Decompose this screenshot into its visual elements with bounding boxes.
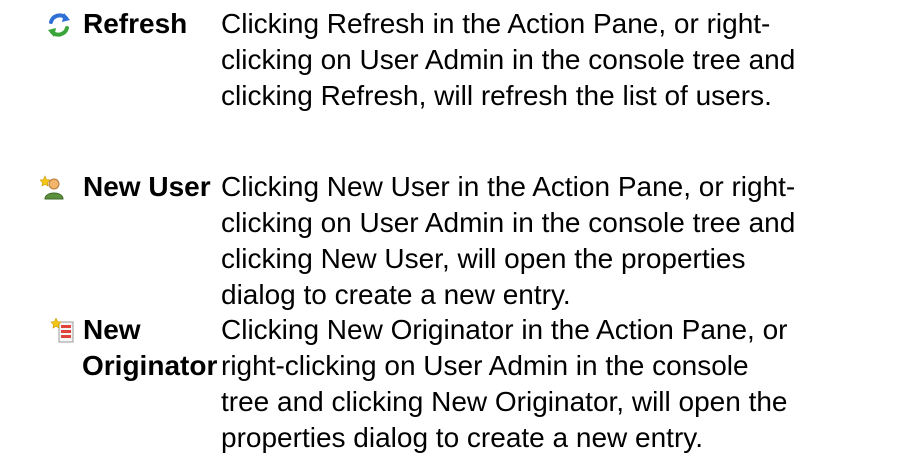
term-line: Refresh <box>83 8 188 39</box>
entry-term: New Originator <box>82 312 218 384</box>
new-originator-icon <box>50 318 76 344</box>
term-line: New <box>83 314 141 345</box>
desc-line: right-clicking on User Admin in the cons… <box>221 350 749 381</box>
desc-line: tree and clicking New Originator, will o… <box>221 386 788 417</box>
term-line: Originator <box>82 350 218 381</box>
refresh-icon <box>46 12 72 38</box>
entry-term: Refresh <box>83 6 187 42</box>
desc-line: clicking Refresh, will refresh the list … <box>221 80 772 111</box>
desc-line: properties dialog to create a new entry. <box>221 422 703 453</box>
desc-line: Clicking New User in the Action Pane, or… <box>221 171 796 202</box>
entry-term: New User <box>83 169 211 205</box>
desc-line: clicking New User, will open the propert… <box>221 243 746 274</box>
desc-line: clicking on User Admin in the console tr… <box>221 207 796 238</box>
entry-description: Clicking New Originator in the Action Pa… <box>221 312 891 456</box>
term-line: New User <box>83 171 211 202</box>
desc-line: Clicking New Originator in the Action Pa… <box>221 314 788 345</box>
desc-line: clicking on User Admin in the console tr… <box>221 44 796 75</box>
entry-description: Clicking Refresh in the Action Pane, or … <box>221 6 891 114</box>
new-user-icon <box>40 175 66 201</box>
desc-line: dialog to create a new entry. <box>221 279 571 310</box>
entry-description: Clicking New User in the Action Pane, or… <box>221 169 891 313</box>
desc-line: Clicking Refresh in the Action Pane, or … <box>221 8 771 39</box>
